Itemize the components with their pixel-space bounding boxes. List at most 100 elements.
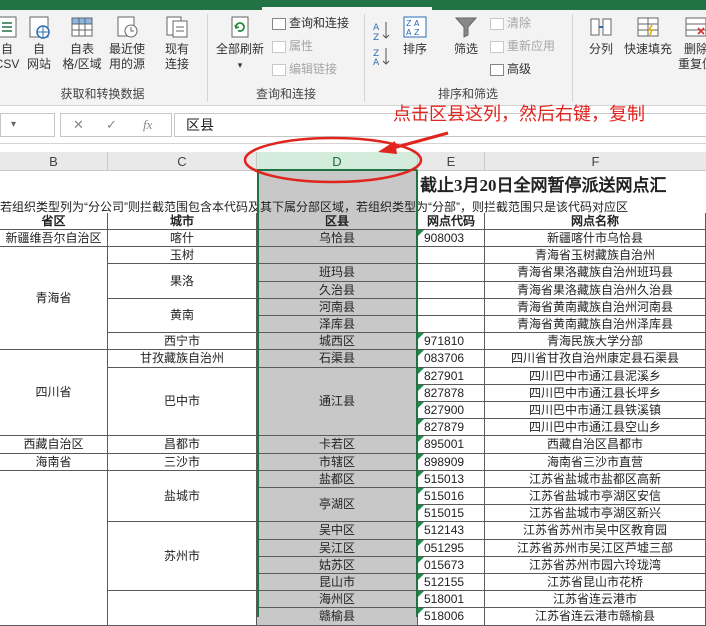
cell-code[interactable]: 827879: [418, 419, 485, 436]
header-city[interactable]: 城市: [108, 213, 257, 230]
cell-branch-name[interactable]: 四川巴中市通江县泥溪乡: [485, 368, 706, 385]
from-table-button[interactable]: 自表 格/区域: [59, 14, 105, 72]
text-to-columns-button[interactable]: 分列: [582, 14, 620, 57]
cell-code[interactable]: 083706: [418, 350, 485, 368]
cell-province[interactable]: 西藏自治区: [0, 436, 108, 454]
cell-province[interactable]: [0, 471, 108, 626]
query-connections-button[interactable]: 查询和连接: [272, 14, 349, 32]
cell-city[interactable]: 苏州市: [108, 522, 257, 591]
cell-province[interactable]: 四川省: [0, 350, 108, 436]
cell-county[interactable]: 亭湖区: [257, 488, 418, 522]
cell-branch-name[interactable]: 青海民族大学分部: [485, 333, 706, 350]
clear-filter-button[interactable]: 清除: [490, 14, 531, 32]
cell-city[interactable]: 三沙市: [108, 454, 257, 471]
cell-branch-name[interactable]: 青海省果洛藏族自治州久治县: [485, 282, 706, 299]
cell-code[interactable]: 971810: [418, 333, 485, 350]
column-header-b[interactable]: B: [0, 152, 108, 171]
cell-code[interactable]: [418, 264, 485, 282]
cell-code[interactable]: [418, 299, 485, 316]
column-header-e[interactable]: E: [418, 152, 485, 171]
cell-code[interactable]: [418, 316, 485, 333]
cell-city[interactable]: 巴中市: [108, 368, 257, 436]
header-province[interactable]: 省区: [0, 213, 108, 230]
cell-city[interactable]: 黄南: [108, 299, 257, 333]
cell-code[interactable]: 015673: [418, 557, 485, 574]
cell-code[interactable]: 515016: [418, 488, 485, 505]
cell-branch-name[interactable]: 西藏自治区昌都市: [485, 436, 706, 454]
cell-code[interactable]: 827901: [418, 368, 485, 385]
cell-county[interactable]: 久治县: [257, 282, 418, 299]
cell-branch-name[interactable]: 江苏省连云港市: [485, 591, 706, 608]
cell-county[interactable]: 乌恰县: [257, 230, 418, 247]
advanced-filter-button[interactable]: 高级: [490, 60, 531, 78]
cell-county[interactable]: 城西区: [257, 333, 418, 350]
cell-branch-name[interactable]: 江苏省苏州市园六玲珑湾: [485, 557, 706, 574]
name-box[interactable]: ▾: [0, 113, 55, 137]
cell-county[interactable]: 吴江区: [257, 540, 418, 557]
recent-sources-button[interactable]: 最近使 用的源: [105, 14, 149, 72]
cell-county[interactable]: 盐都区: [257, 471, 418, 488]
cell-county[interactable]: 海州区: [257, 591, 418, 608]
cell-branch-name[interactable]: 江苏省盐城市盐都区高新: [485, 471, 706, 488]
chevron-down-icon[interactable]: ▾: [11, 119, 16, 130]
cell-code[interactable]: 512155: [418, 574, 485, 591]
reapply-button[interactable]: 重新应用: [490, 37, 555, 55]
from-csv-button[interactable]: 自 CSV: [0, 14, 22, 72]
cell-province[interactable]: 海南省: [0, 454, 108, 471]
cell-county[interactable]: 赣榆县: [257, 608, 418, 626]
cell-branch-name[interactable]: 四川省甘孜自治州康定县石渠县: [485, 350, 706, 368]
cell-city[interactable]: 昌都市: [108, 436, 257, 454]
cell-code[interactable]: 051295: [418, 540, 485, 557]
cell-branch-name[interactable]: 江苏省苏州市吴江区芦墟三部: [485, 540, 706, 557]
cell-branch-name[interactable]: 海南省三沙市直营: [485, 454, 706, 471]
cell-branch-name[interactable]: 青海省黄南藏族自治州河南县: [485, 299, 706, 316]
cell-branch-name[interactable]: 江苏省盐城市亭湖区新兴: [485, 505, 706, 522]
cell-city[interactable]: 玉树: [108, 247, 257, 264]
sort-button[interactable]: Z AA Z 排序: [398, 14, 432, 57]
cell-county[interactable]: 姑苏区: [257, 557, 418, 574]
insert-function-icon[interactable]: fx: [143, 117, 152, 133]
existing-connections-button[interactable]: 现有 连接: [159, 14, 195, 72]
cell-county[interactable]: 通江县: [257, 368, 418, 436]
cell-code[interactable]: 518006: [418, 608, 485, 626]
cell-branch-name[interactable]: 江苏省连云港市赣榆县: [485, 608, 706, 626]
cell-branch-name[interactable]: 四川巴中市通江县空山乡: [485, 419, 706, 436]
cell-county[interactable]: 吴中区: [257, 522, 418, 540]
edit-links-button[interactable]: 编辑链接: [272, 60, 337, 78]
cell-branch-name[interactable]: 四川巴中市通江县长坪乡: [485, 385, 706, 402]
from-web-button[interactable]: 自 网站: [24, 14, 54, 72]
cell-code[interactable]: 518001: [418, 591, 485, 608]
cell-code[interactable]: [418, 247, 485, 264]
cell-code[interactable]: 908003: [418, 230, 485, 247]
cell-city[interactable]: 甘孜藏族自治州: [108, 350, 257, 368]
flash-fill-button[interactable]: 快速填充: [620, 14, 676, 57]
column-header-f[interactable]: F: [485, 152, 706, 171]
cell-branch-name[interactable]: 江苏省昆山市花桥: [485, 574, 706, 591]
header-county[interactable]: 区县: [257, 213, 418, 230]
cell-code[interactable]: 512143: [418, 522, 485, 540]
cell-county[interactable]: 班玛县: [257, 264, 418, 282]
cell-province[interactable]: 青海省: [0, 247, 108, 350]
cell-province[interactable]: 新疆维吾尔自治区: [0, 230, 108, 247]
filter-button[interactable]: 筛选: [446, 14, 486, 57]
cell-county[interactable]: 卡若区: [257, 436, 418, 454]
cell-code[interactable]: 515015: [418, 505, 485, 522]
cell-city[interactable]: 喀什: [108, 230, 257, 247]
column-header-d[interactable]: D: [257, 152, 418, 171]
cell-county[interactable]: 昆山市: [257, 574, 418, 591]
cell-county[interactable]: 河南县: [257, 299, 418, 316]
refresh-all-button[interactable]: 全部刷新 ▾: [214, 14, 266, 73]
cell-city[interactable]: 西宁市: [108, 333, 257, 350]
cell-branch-name[interactable]: 新疆喀什市乌恰县: [485, 230, 706, 247]
cell-county[interactable]: [257, 247, 418, 264]
cell-branch-name[interactable]: 江苏省盐城市亭湖区安信: [485, 488, 706, 505]
cell-code[interactable]: 827900: [418, 402, 485, 419]
cell-code[interactable]: [418, 282, 485, 299]
cell-city[interactable]: 盐城市: [108, 471, 257, 522]
cell-branch-name[interactable]: 四川巴中市通江县铁溪镇: [485, 402, 706, 419]
cancel-icon[interactable]: ✕: [73, 117, 84, 133]
cell-city[interactable]: 果洛: [108, 264, 257, 299]
remove-duplicates-button[interactable]: 删除 重复值: [676, 14, 706, 72]
properties-button[interactable]: 属性: [272, 37, 313, 55]
cell-code[interactable]: 898909: [418, 454, 485, 471]
